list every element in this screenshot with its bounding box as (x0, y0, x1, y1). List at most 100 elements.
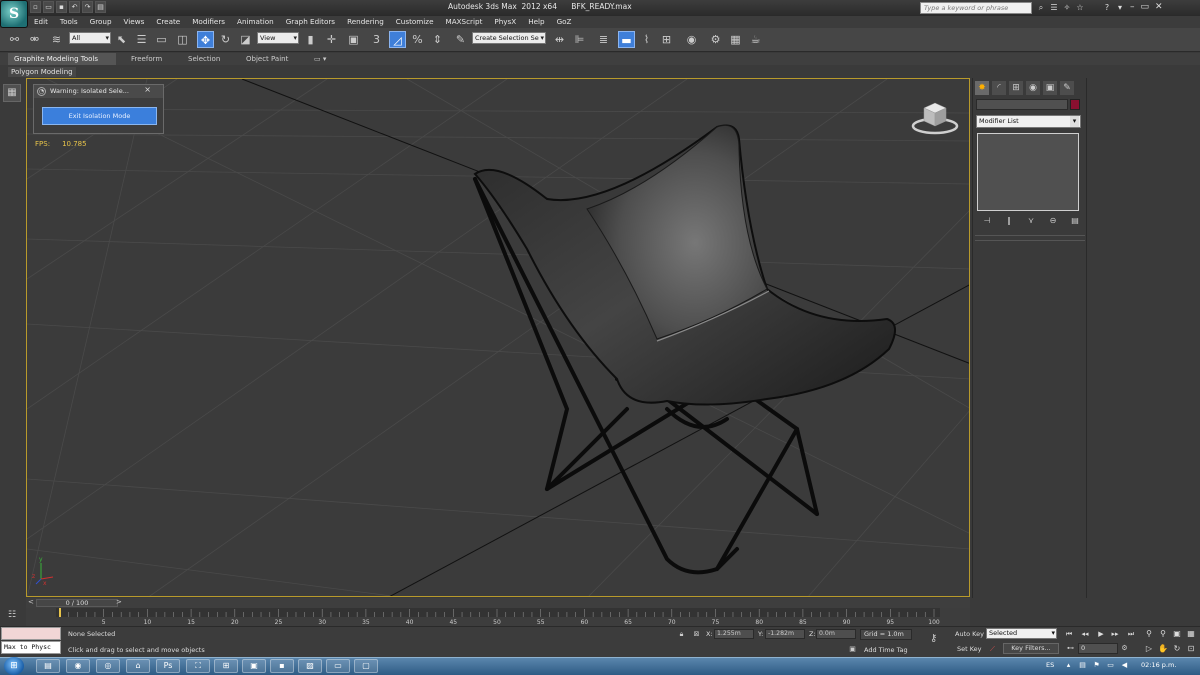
rectangular-selection-icon[interactable]: ▭ (153, 31, 170, 48)
graphite-toggle-icon[interactable]: ▬ (618, 31, 635, 48)
save-file-icon[interactable]: ▪ (56, 1, 67, 13)
close-icon[interactable]: × (144, 85, 151, 94)
menu-views[interactable]: Views (118, 16, 151, 28)
app-taskbar-icon[interactable]: ⌂ (126, 659, 150, 673)
set-key-button[interactable]: Set Key (957, 645, 982, 653)
select-object-icon[interactable]: ⬉ (113, 31, 130, 48)
photoshop-taskbar-icon[interactable]: Ps (156, 659, 180, 673)
pan-view-icon[interactable]: ✋ (1157, 643, 1169, 654)
edit-named-selection-icon[interactable]: ✎ (452, 31, 469, 48)
menu-help[interactable]: Help (522, 16, 550, 28)
key-mode-toggle-icon[interactable]: ⊷ (1066, 644, 1075, 653)
close-icon[interactable]: ✕ (1155, 2, 1163, 12)
volume-icon[interactable]: ◀ (1120, 661, 1129, 670)
utilities-tab-icon[interactable]: ✎ (1060, 81, 1074, 95)
maximize-icon[interactable]: ▭ (1141, 2, 1150, 12)
modify-tab-icon[interactable]: ◜ (992, 81, 1006, 95)
menu-rendering[interactable]: Rendering (341, 16, 390, 28)
window-taskbar-icon[interactable]: ▢ (354, 659, 378, 673)
display-tab-icon[interactable]: ▣ (1043, 81, 1057, 95)
current-frame-field[interactable]: 0 (1078, 643, 1118, 654)
menu-animation[interactable]: Animation (231, 16, 280, 28)
key-icon[interactable]: ⚷ (930, 633, 937, 644)
curve-editor-icon[interactable]: ⌇ (638, 31, 655, 48)
unlink-icon[interactable]: ⚮ (26, 31, 43, 48)
keyboard-shortcut-toggle-icon[interactable]: ▣ (345, 31, 362, 48)
dialog-titlebar[interactable]: ◔ Warning: Isolated Sele... × (34, 85, 163, 98)
3dsmax-taskbar-icon[interactable]: ◎ (96, 659, 120, 673)
tray-arrow-icon[interactable]: ▴ (1064, 661, 1073, 670)
go-to-start-icon[interactable]: ⏮ (1064, 629, 1074, 639)
render-setup-icon[interactable]: ⚙ (707, 31, 724, 48)
start-button[interactable]: ⊞ (4, 657, 24, 675)
network-app-taskbar-icon[interactable]: ⊞ (214, 659, 238, 673)
menu-maxscript[interactable]: MAXScript (440, 16, 489, 28)
time-configuration-icon[interactable]: ⚙ (1120, 644, 1129, 653)
perspective-viewport[interactable]: y z x FPS: 10.785 (26, 78, 970, 597)
menu-graph-editors[interactable]: Graph Editors (280, 16, 341, 28)
previous-frame-icon[interactable]: < (28, 598, 34, 606)
key-mode-selection-dropdown[interactable]: Selected (986, 628, 1057, 639)
material-editor-icon[interactable]: ◉ (683, 31, 700, 48)
maxscript-listener-pink[interactable] (1, 627, 61, 640)
create-tab-icon[interactable]: ✸ (975, 81, 989, 95)
window-crossing-icon[interactable]: ◫ (174, 31, 191, 48)
selection-filter-dropdown[interactable]: All (69, 32, 111, 44)
application-button[interactable]: S (0, 0, 28, 28)
motion-tab-icon[interactable]: ◉ (1026, 81, 1040, 95)
tab-graphite-modeling-tools[interactable]: Graphite Modeling Tools (8, 53, 116, 65)
z-coordinate-field[interactable]: 0.0m (816, 629, 856, 639)
object-name-field[interactable] (976, 99, 1068, 110)
make-unique-icon[interactable]: ⋎ (1025, 216, 1037, 226)
menu-edit[interactable]: Edit (28, 16, 54, 28)
tab-selection[interactable]: Selection (188, 53, 220, 65)
viewport-layout-icon[interactable]: ▦ (3, 84, 21, 102)
snaps-toggle-icon[interactable]: 3 (368, 31, 385, 48)
render-production-icon[interactable]: ☕ (747, 31, 764, 48)
pin-stack-icon[interactable]: ⊣ (981, 216, 993, 226)
key-filters-button[interactable]: Key Filters... (1003, 643, 1059, 654)
time-slider-handle[interactable]: 0 / 100 (36, 599, 118, 607)
acrobat-taskbar-icon[interactable]: ⛶ (186, 659, 210, 673)
ribbon-options-icon[interactable]: ▭ ▾ (314, 53, 326, 65)
select-and-move-icon[interactable]: ✥ (197, 31, 214, 48)
project-folder-icon[interactable]: ▤ (95, 1, 106, 13)
exit-isolation-mode-button[interactable]: Exit Isolation Mode (42, 107, 157, 125)
undo-icon[interactable]: ↶ (69, 1, 80, 13)
tab-object-paint[interactable]: Object Paint (246, 53, 288, 65)
x-coordinate-field[interactable]: 1.255m (714, 629, 754, 639)
mirror-icon[interactable]: ⇹ (551, 31, 568, 48)
tray-network-icon[interactable]: ▤ (1078, 661, 1087, 670)
auto-key-button[interactable]: Auto Key (955, 630, 984, 638)
favorites-icon[interactable]: ☆ (1075, 2, 1085, 13)
lock-selection-icon[interactable]: 🔒︎ (677, 630, 686, 639)
polygon-modeling-panel-label[interactable]: Polygon Modeling (8, 67, 76, 77)
maxscript-listener-input[interactable]: Max to Physc (1, 641, 61, 654)
zoom-extents-all-icon[interactable]: ▦ (1185, 628, 1197, 639)
spinner-snap-icon[interactable]: ⇕ (429, 31, 446, 48)
zoom-icon[interactable]: ⚲ (1143, 628, 1155, 639)
orbit-icon[interactable]: ↻ (1171, 643, 1183, 654)
pivot-center-icon[interactable]: ▮ (302, 31, 319, 48)
menu-modifiers[interactable]: Modifiers (186, 16, 231, 28)
align-icon[interactable]: ⊫ (571, 31, 588, 48)
redo-icon[interactable]: ↷ (82, 1, 93, 13)
angle-snap-icon[interactable]: ◿ (389, 31, 406, 48)
time-tag-icon[interactable]: ▣ (848, 645, 857, 654)
default-tangents-icon[interactable]: ⟋ (988, 645, 997, 654)
layer-manager-icon[interactable]: ≣ (595, 31, 612, 48)
tray-display-icon[interactable]: ▭ (1106, 661, 1115, 670)
zoom-extents-icon[interactable]: ▣ (1171, 628, 1183, 639)
help-icon[interactable]: ? (1102, 2, 1112, 13)
select-and-rotate-icon[interactable]: ↻ (217, 31, 234, 48)
menu-group[interactable]: Group (84, 16, 118, 28)
tray-security-icon[interactable]: ⚑ (1092, 661, 1101, 670)
link-icon[interactable]: ⚯ (6, 31, 23, 48)
select-and-scale-icon[interactable]: ◪ (237, 31, 254, 48)
explorer-taskbar-icon[interactable]: ▤ (36, 659, 60, 673)
image-app-taskbar-icon[interactable]: ▨ (298, 659, 322, 673)
select-and-manipulate-icon[interactable]: ✛ (323, 31, 340, 48)
language-indicator[interactable]: ES (1046, 661, 1054, 669)
viewcube[interactable] (910, 100, 960, 136)
show-end-result-icon[interactable]: ‖ (1003, 216, 1015, 226)
